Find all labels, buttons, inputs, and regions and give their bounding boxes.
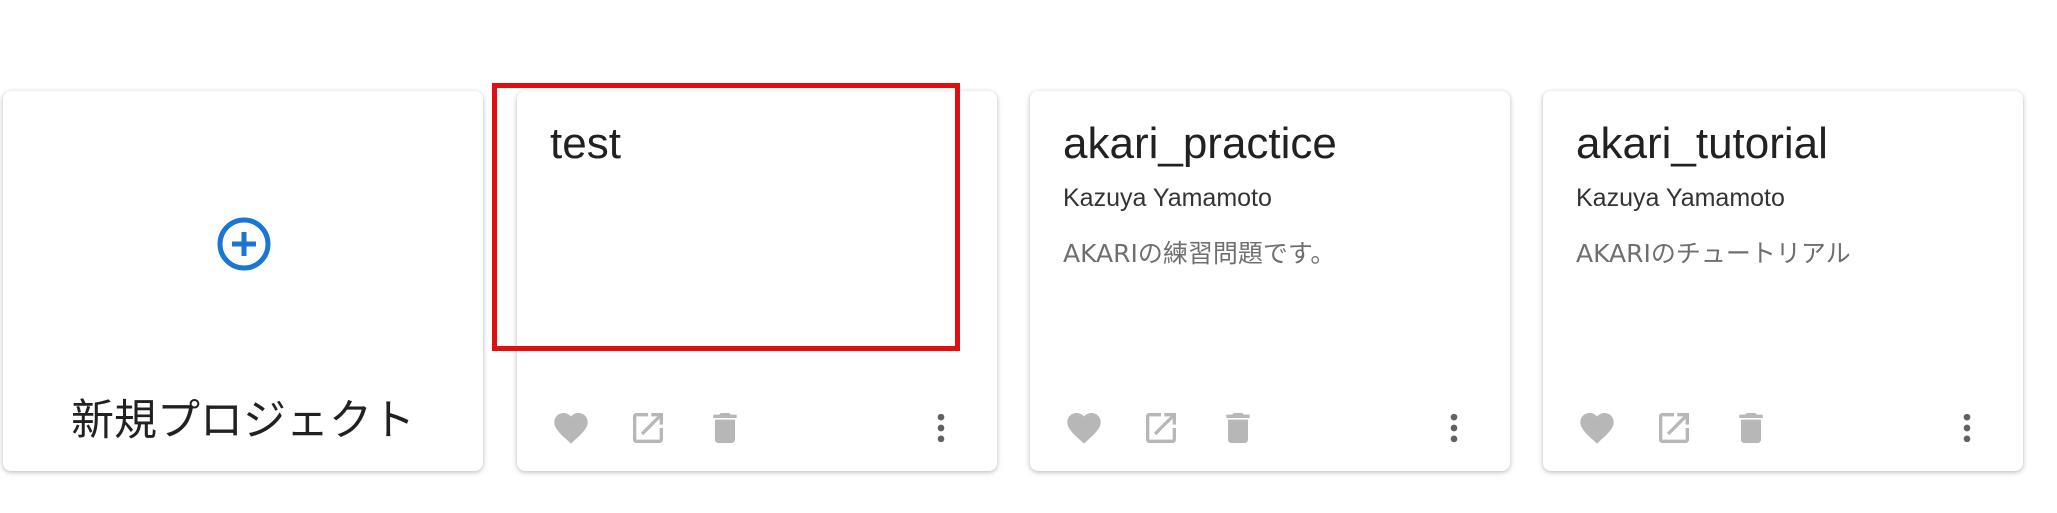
add-circle-icon xyxy=(215,215,273,273)
new-project-label: 新規プロジェクト xyxy=(71,396,415,446)
new-project-card[interactable]: 新規プロジェクト xyxy=(3,91,483,471)
heart-icon[interactable] xyxy=(1060,404,1108,452)
open-in-new-icon[interactable] xyxy=(1137,404,1185,452)
project-card-akari-practice[interactable]: akari_practice Kazuya Yamamoto AKARIの練習問… xyxy=(1030,91,1510,471)
heart-icon[interactable] xyxy=(547,404,595,452)
more-vertical-icon[interactable] xyxy=(1943,404,1991,452)
open-in-new-icon[interactable] xyxy=(624,404,672,452)
project-description: AKARIのチュートリアル xyxy=(1576,239,1851,268)
project-author: Kazuya Yamamoto xyxy=(1063,184,1272,212)
trash-icon[interactable] xyxy=(1214,404,1262,452)
more-vertical-icon[interactable] xyxy=(1430,404,1478,452)
project-card-akari-tutorial[interactable]: akari_tutorial Kazuya Yamamoto AKARIのチュー… xyxy=(1543,91,2023,471)
open-in-new-icon[interactable] xyxy=(1650,404,1698,452)
project-title: akari_practice xyxy=(1063,119,1337,168)
project-description: AKARIの練習問題です。 xyxy=(1063,239,1336,268)
card-actions xyxy=(517,386,997,471)
trash-icon[interactable] xyxy=(1727,404,1775,452)
heart-icon[interactable] xyxy=(1573,404,1621,452)
project-author: Kazuya Yamamoto xyxy=(1576,184,1785,212)
project-title: akari_tutorial xyxy=(1576,119,1828,168)
more-vertical-icon[interactable] xyxy=(917,404,965,452)
project-title: test xyxy=(550,119,621,168)
trash-icon[interactable] xyxy=(701,404,749,452)
project-card-test[interactable]: test xyxy=(517,91,997,471)
card-actions xyxy=(1030,386,1510,471)
card-actions xyxy=(1543,386,2023,471)
